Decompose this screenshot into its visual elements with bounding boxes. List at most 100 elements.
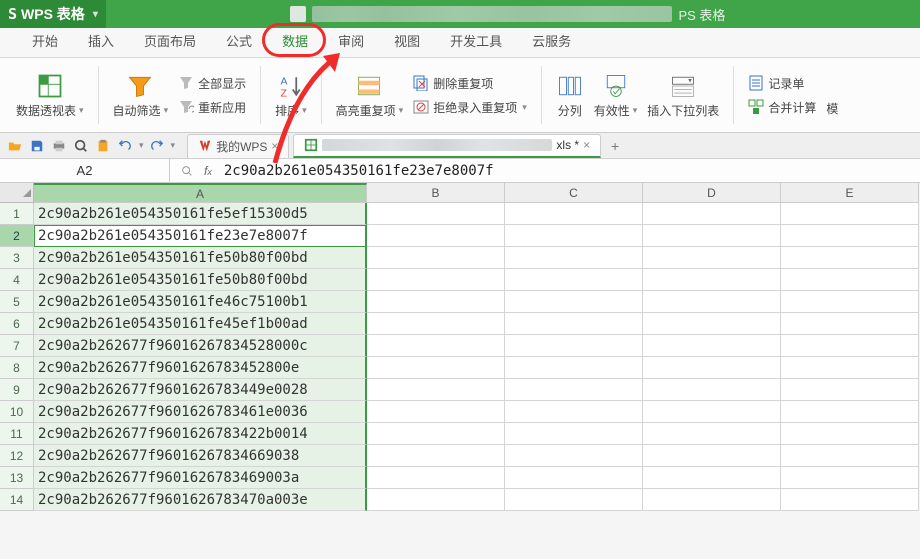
- row-header[interactable]: 11: [0, 423, 34, 445]
- tab-view[interactable]: 视图: [380, 25, 434, 57]
- qa-open-button[interactable]: [6, 137, 24, 155]
- cell[interactable]: [505, 445, 643, 467]
- cell[interactable]: [505, 291, 643, 313]
- cell[interactable]: [367, 335, 505, 357]
- cell[interactable]: [505, 357, 643, 379]
- cell[interactable]: [781, 401, 919, 423]
- delete-dup-button[interactable]: 删除重复项: [409, 72, 531, 94]
- cell[interactable]: 2c90a2b261e054350161fe46c75100b1: [34, 291, 367, 313]
- show-all-button[interactable]: 全部显示: [174, 72, 250, 94]
- qa-preview-button[interactable]: [72, 137, 90, 155]
- cell[interactable]: [781, 225, 919, 247]
- row-header[interactable]: 10: [0, 401, 34, 423]
- cell[interactable]: 2c90a2b262677f9601626783449e0028: [34, 379, 367, 401]
- doc-tab-close-button[interactable]: ×: [271, 139, 278, 153]
- cell[interactable]: [643, 247, 781, 269]
- cell[interactable]: [643, 291, 781, 313]
- cell[interactable]: [781, 313, 919, 335]
- cell[interactable]: [781, 445, 919, 467]
- cell[interactable]: [643, 313, 781, 335]
- cell[interactable]: [781, 467, 919, 489]
- row-header[interactable]: 3: [0, 247, 34, 269]
- undo-chevron-icon[interactable]: ▾: [139, 140, 144, 151]
- select-all-corner[interactable]: [0, 183, 34, 203]
- cell[interactable]: [643, 379, 781, 401]
- cell[interactable]: [505, 335, 643, 357]
- cell[interactable]: [367, 291, 505, 313]
- row-header[interactable]: 2: [0, 225, 34, 247]
- row-header[interactable]: 6: [0, 313, 34, 335]
- search-icon[interactable]: [180, 164, 194, 178]
- col-header-D[interactable]: D: [643, 183, 781, 203]
- cell[interactable]: 2c90a2b262677f9601626783461e0036: [34, 401, 367, 423]
- text-to-columns-button[interactable]: 分列: [552, 63, 588, 127]
- cell[interactable]: [367, 225, 505, 247]
- doc-tab-active[interactable]: xls * ×: [293, 134, 601, 158]
- tab-review[interactable]: 审阅: [324, 25, 378, 57]
- row-header[interactable]: 14: [0, 489, 34, 511]
- tab-cloud[interactable]: 云服务: [518, 25, 585, 57]
- cell[interactable]: 2c90a2b262677f9601626783470a003e: [34, 489, 367, 511]
- formula-input[interactable]: 2c90a2b261e054350161fe23e7e8007f: [220, 163, 920, 179]
- cell[interactable]: [781, 489, 919, 511]
- cell[interactable]: [781, 357, 919, 379]
- row-header[interactable]: 12: [0, 445, 34, 467]
- cell[interactable]: 2c90a2b261e054350161fe5ef15300d5: [34, 203, 367, 225]
- tab-formula[interactable]: 公式: [212, 25, 266, 57]
- cell[interactable]: [505, 467, 643, 489]
- cell[interactable]: [781, 379, 919, 401]
- doc-tab-add-button[interactable]: +: [605, 138, 625, 154]
- cell[interactable]: [505, 313, 643, 335]
- cell[interactable]: 2c90a2b262677f96016267834669038: [34, 445, 367, 467]
- cell[interactable]: [505, 203, 643, 225]
- cell[interactable]: [643, 203, 781, 225]
- qa-print-button[interactable]: [50, 137, 68, 155]
- cell[interactable]: [643, 225, 781, 247]
- cell[interactable]: [643, 357, 781, 379]
- cell[interactable]: [781, 291, 919, 313]
- cell[interactable]: [505, 489, 643, 511]
- cell[interactable]: 2c90a2b261e054350161fe50b80f00bd: [34, 247, 367, 269]
- cell[interactable]: [367, 489, 505, 511]
- cell[interactable]: [643, 489, 781, 511]
- cell[interactable]: [643, 467, 781, 489]
- consolidate-button[interactable]: 合并计算: [744, 96, 820, 118]
- cell[interactable]: [367, 401, 505, 423]
- cell[interactable]: [505, 423, 643, 445]
- tab-insert[interactable]: 插入: [74, 25, 128, 57]
- doc-tab-close-button[interactable]: ×: [583, 138, 590, 152]
- cell[interactable]: 2c90a2b261e054350161fe45ef1b00ad: [34, 313, 367, 335]
- doc-tab-wps-home[interactable]: 我的WPS ×: [187, 134, 289, 158]
- cell[interactable]: [643, 445, 781, 467]
- autofilter-button[interactable]: 自动筛选▾: [109, 63, 173, 127]
- cell[interactable]: [643, 335, 781, 357]
- cell[interactable]: [505, 225, 643, 247]
- tab-dev-tools[interactable]: 开发工具: [436, 25, 516, 57]
- name-box[interactable]: A2: [0, 159, 170, 182]
- col-header-C[interactable]: C: [505, 183, 643, 203]
- cell[interactable]: [367, 357, 505, 379]
- cell[interactable]: 2c90a2b261e054350161fe50b80f00bd: [34, 269, 367, 291]
- fx-icon[interactable]: fx: [204, 164, 220, 178]
- qa-undo-button[interactable]: [116, 137, 134, 155]
- cell[interactable]: 2c90a2b261e054350161fe23e7e8007f: [34, 225, 367, 247]
- qa-paste-button[interactable]: [94, 137, 112, 155]
- cell[interactable]: [781, 335, 919, 357]
- cell[interactable]: [367, 467, 505, 489]
- cell[interactable]: [643, 401, 781, 423]
- cell[interactable]: [643, 423, 781, 445]
- cell[interactable]: [643, 269, 781, 291]
- qa-redo-button[interactable]: [148, 137, 166, 155]
- cell[interactable]: 2c90a2b262677f9601626783452800e: [34, 357, 367, 379]
- redo-chevron-icon[interactable]: ▾: [171, 140, 176, 151]
- cell[interactable]: [505, 269, 643, 291]
- qa-save-button[interactable]: [28, 137, 46, 155]
- cell[interactable]: [367, 247, 505, 269]
- col-header-E[interactable]: E: [781, 183, 919, 203]
- cell[interactable]: [505, 247, 643, 269]
- row-header[interactable]: 4: [0, 269, 34, 291]
- pivot-table-button[interactable]: 数据透视表▾: [12, 63, 88, 127]
- cell[interactable]: [781, 203, 919, 225]
- col-header-B[interactable]: B: [367, 183, 505, 203]
- tab-start[interactable]: 开始: [18, 25, 72, 57]
